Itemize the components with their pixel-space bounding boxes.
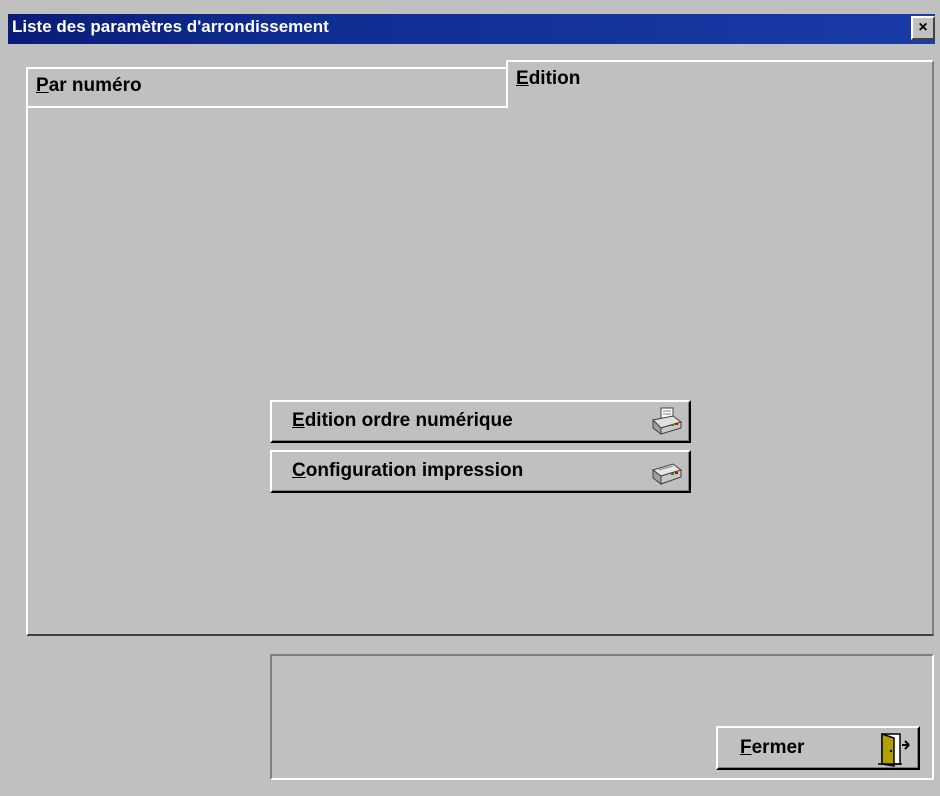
configuration-impression-button[interactable]: Configuration impression — [270, 450, 691, 493]
tab-edition-label: Edition — [516, 68, 581, 89]
panel-divider — [28, 106, 508, 108]
edition-ordre-numerique-button[interactable]: Edition ordre numérique — [270, 400, 691, 443]
fermer-label: Fermer — [740, 737, 805, 758]
configuration-impression-label: Configuration impression — [292, 460, 524, 481]
exit-door-icon — [878, 732, 910, 767]
fermer-button[interactable]: Fermer — [716, 726, 920, 770]
edition-tab-panel — [26, 106, 934, 636]
close-icon[interactable]: × — [911, 16, 935, 40]
dialog-window: Liste des paramètres d'arrondissement × … — [0, 0, 940, 796]
tab-par-numero-label: Par numéro — [36, 75, 142, 96]
title-bar: Liste des paramètres d'arrondissement × — [8, 14, 935, 44]
window-title: Liste des paramètres d'arrondissement — [12, 17, 329, 36]
printer-icon — [651, 407, 683, 435]
tab-par-numero[interactable]: Par numéro — [26, 67, 508, 108]
tab-edition[interactable]: Edition — [506, 60, 934, 108]
edition-ordre-numerique-label: Edition ordre numérique — [292, 410, 513, 431]
printer-icon — [651, 463, 683, 485]
